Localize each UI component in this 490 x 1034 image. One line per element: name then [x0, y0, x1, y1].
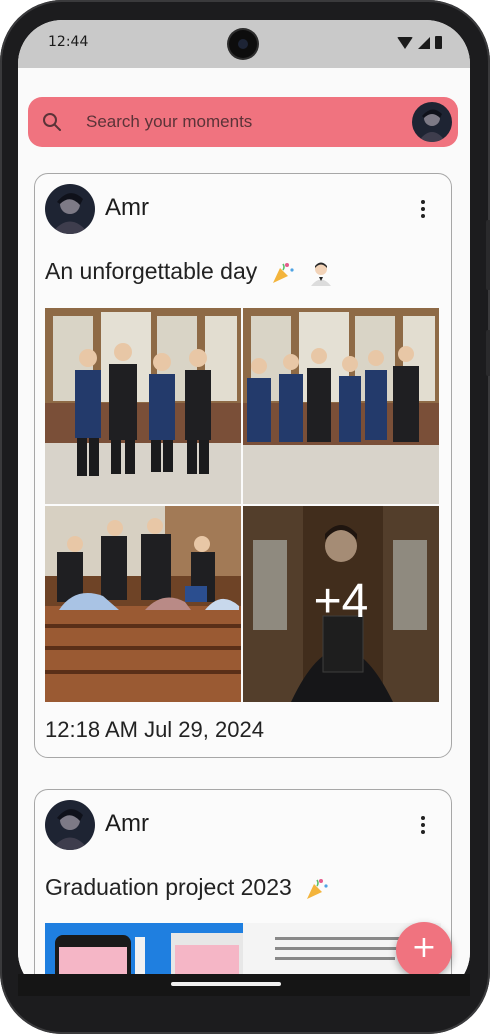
- photo-2[interactable]: [243, 308, 439, 504]
- party-popper-icon: [307, 878, 328, 899]
- photo-4[interactable]: +4: [243, 506, 439, 702]
- post-author: Amr: [105, 810, 149, 837]
- front-camera: [229, 30, 257, 58]
- add-icon: +: [411, 930, 437, 965]
- status-bar: 12:44: [18, 20, 470, 68]
- avatar[interactable]: [45, 800, 95, 850]
- more-options-icon[interactable]: [421, 200, 427, 220]
- main-content: Search your moments Amr An unforgettable…: [18, 68, 470, 996]
- post-title-text: An unforgettable day: [45, 258, 258, 284]
- search-bar[interactable]: Search your moments: [28, 97, 458, 147]
- power-button: [486, 330, 490, 376]
- home-indicator[interactable]: [171, 982, 281, 986]
- post-title-text: Graduation project 2023: [45, 874, 292, 900]
- phone-frame: 12:44 Search your moments Amr An unforge…: [0, 0, 490, 1034]
- photo-3[interactable]: [45, 506, 241, 702]
- post-title: Graduation project 2023: [45, 874, 330, 902]
- profile-avatar[interactable]: [412, 102, 452, 142]
- more-options-icon[interactable]: [421, 816, 427, 836]
- post-card[interactable]: Amr An unforgettable day +4 12:18 AM Jul…: [34, 173, 452, 758]
- search-icon: [43, 113, 61, 131]
- post-timestamp: 12:18 AM Jul 29, 2024: [45, 717, 264, 742]
- photo-1[interactable]: [45, 308, 241, 504]
- post-title: An unforgettable day: [45, 258, 334, 286]
- wifi-icon: [397, 37, 413, 49]
- photo-grid: +4: [45, 308, 441, 704]
- post-author: Amr: [105, 194, 149, 221]
- battery-icon: [435, 36, 442, 49]
- screen: 12:44 Search your moments Amr An unforge…: [18, 20, 470, 996]
- avatar[interactable]: [45, 184, 95, 234]
- add-moment-button[interactable]: +: [396, 922, 452, 978]
- volume-button: [486, 220, 490, 290]
- post-card[interactable]: Amr Graduation project 2023: [34, 789, 452, 996]
- status-icons: [397, 36, 442, 49]
- search-input[interactable]: Search your moments: [86, 112, 252, 132]
- more-photos-count[interactable]: +4: [243, 574, 439, 629]
- signal-icon: [418, 37, 430, 49]
- person-in-tuxedo-icon: [311, 262, 332, 286]
- status-time: 12:44: [48, 34, 89, 50]
- party-popper-icon: [272, 262, 294, 283]
